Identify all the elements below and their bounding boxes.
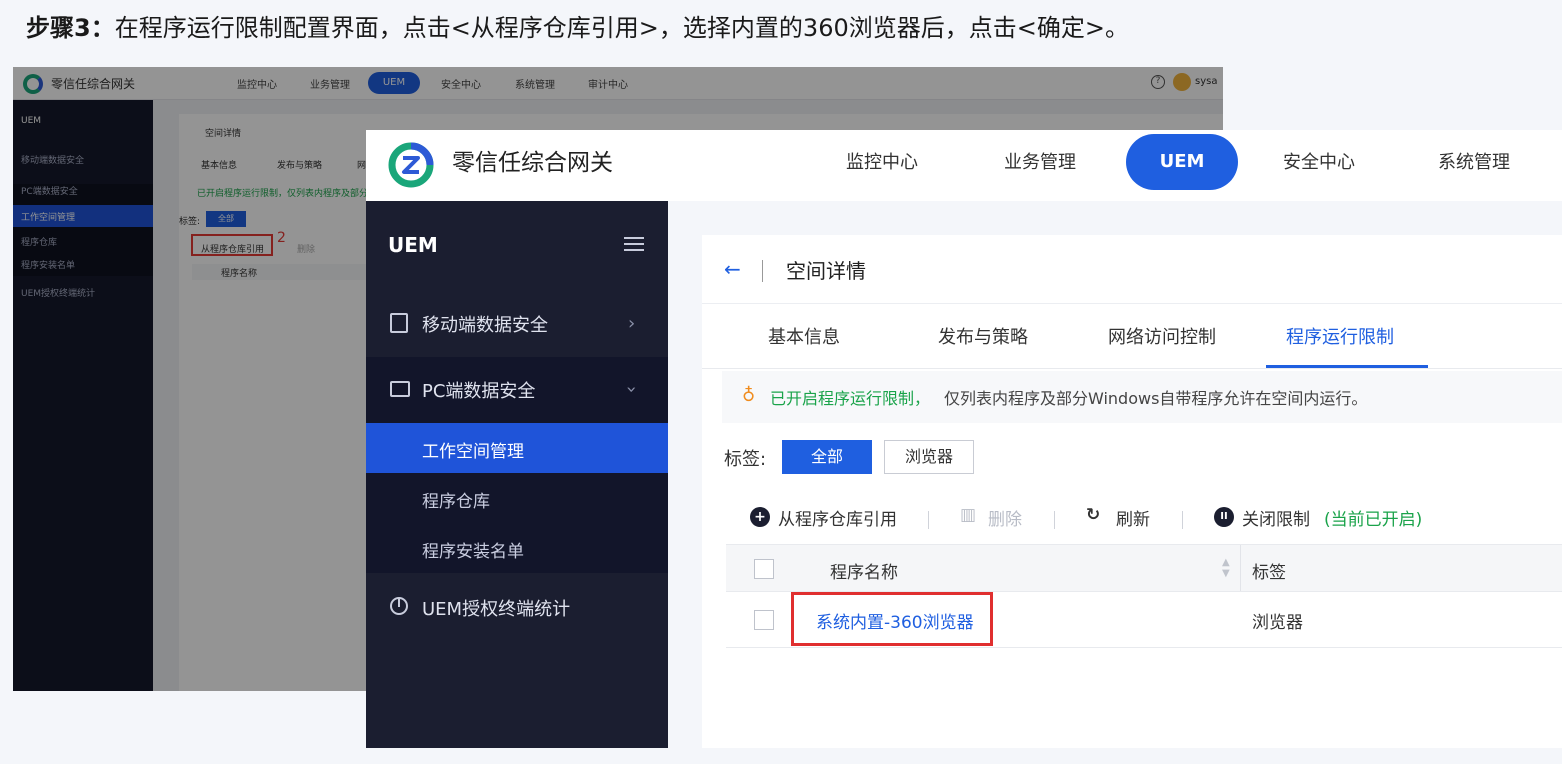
divider [762, 260, 763, 282]
divider [1182, 511, 1183, 529]
restriction-status-text: (当前已开启) [1324, 510, 1423, 530]
step-description: 在程序运行限制配置界面，点击<从程序仓库引用>，选择内置的360浏览器后，点击<… [114, 14, 1129, 42]
table-header: 程序名称 ▲ ▼ 标签 [726, 544, 1562, 592]
notice-bar: ♁ 已开启程序运行限制， 仅列表内程序及部分Windows自带程序允许在空间内运… [722, 371, 1562, 423]
monitor-icon [390, 381, 410, 397]
program-tag: 浏览器 [1252, 613, 1303, 633]
nav-uem[interactable]: UEM [1126, 134, 1238, 190]
divider [702, 368, 1562, 369]
sidebar-item-label: PC端数据安全 [422, 381, 536, 402]
highlight-box [791, 592, 993, 646]
sidebar-item-workspace[interactable]: 工作空间管理 [366, 423, 668, 473]
notice-text: 仅列表内程序及部分Windows自带程序允许在空间内运行。 [944, 389, 1368, 408]
pause-icon: II [1214, 507, 1234, 527]
chevron-right-icon: › [628, 313, 636, 334]
tab-basic-info[interactable]: 基本信息 [768, 323, 840, 349]
restriction-status: (当前已开启) [1324, 505, 1422, 530]
instruction-text: 步骤3：在程序运行限制配置界面，点击<从程序仓库引用>，选择内置的360浏览器后… [26, 10, 1129, 46]
refresh-icon: ↻ [1086, 505, 1101, 525]
table-row[interactable]: 系统内置-360浏览器 浏览器 [726, 592, 1562, 648]
step-label: 步骤3： [26, 14, 115, 42]
sidebar-header: UEM [388, 233, 438, 257]
delete-button[interactable]: 删除 [988, 505, 1022, 530]
tag-filter-label: 标签: [724, 449, 767, 470]
sidebar-item-stats[interactable]: UEM授权终端统计 [366, 575, 668, 641]
row-checkbox[interactable] [754, 610, 774, 630]
content-card: ← 空间详情 基本信息 发布与策略 网络访问控制 程序运行限制 ♁ 已开启程序运… [702, 235, 1562, 748]
header: 零信任综合网关 监控中心 业务管理 UEM 安全中心 系统管理 [366, 130, 1562, 201]
sidebar-item-label: 工作空间管理 [422, 442, 524, 462]
notice-status: 已开启程序运行限制， [770, 389, 931, 408]
sidebar: UEM 移动端数据安全 › PC端数据安全 › 工作空间管理 程序仓库 程序安装… [366, 201, 668, 748]
divider [928, 511, 929, 529]
sidebar-item-repo[interactable]: 程序仓库 [366, 473, 668, 523]
brand-name: 零信任综合网关 [452, 150, 613, 176]
nav-security[interactable]: 安全中心 [1283, 146, 1355, 180]
sidebar-item-label: UEM授权终端统计 [422, 599, 571, 620]
sidebar-item-install-list[interactable]: 程序安装名单 [366, 523, 668, 573]
sidebar-item-mobile[interactable]: 移动端数据安全 › [366, 291, 668, 357]
refresh-button[interactable]: 刷新 [1116, 505, 1150, 530]
chevron-down-icon: › [621, 385, 643, 394]
column-divider [1240, 545, 1241, 591]
column-header-name: 程序名称 [830, 563, 898, 583]
reference-from-repo-button[interactable]: 从程序仓库引用 [778, 505, 897, 530]
sort-icon[interactable]: ▲ ▼ [1222, 557, 1230, 579]
tag-all-button[interactable]: 全部 [782, 440, 872, 474]
sidebar-item-label: 程序安装名单 [422, 542, 524, 562]
sidebar-item-label: 程序仓库 [422, 492, 490, 512]
back-arrow-icon[interactable]: ← [724, 257, 741, 281]
pie-chart-icon [390, 597, 408, 615]
close-restriction-button[interactable]: 关闭限制 [1242, 505, 1310, 530]
select-all-checkbox[interactable] [754, 559, 774, 579]
nav-business[interactable]: 业务管理 [1004, 146, 1076, 180]
page-title: 空间详情 [786, 259, 866, 283]
sidebar-item-pc[interactable]: PC端数据安全 › [366, 357, 668, 423]
divider [702, 303, 1562, 304]
pc-submenu: 工作空间管理 程序仓库 程序安装名单 [366, 423, 668, 573]
nav-monitor[interactable]: 监控中心 [846, 146, 918, 180]
tab-publish-policy[interactable]: 发布与策略 [938, 323, 1028, 349]
sidebar-item-label: 移动端数据安全 [422, 315, 548, 336]
zoomed-panel: 零信任综合网关 监控中心 业务管理 UEM 安全中心 系统管理 UEM 移动端数… [366, 130, 1562, 748]
lightbulb-icon: ♁ [742, 385, 756, 406]
tag-browser-button[interactable]: 浏览器 [884, 440, 974, 474]
divider [1054, 511, 1055, 529]
plus-circle-icon: + [750, 507, 770, 527]
column-header-tag: 标签 [1252, 563, 1286, 583]
tab-network-access[interactable]: 网络访问控制 [1108, 323, 1216, 349]
tab-program-restriction[interactable]: 程序运行限制 [1286, 323, 1394, 349]
nav-system[interactable]: 系统管理 [1438, 146, 1510, 180]
trash-icon: ▥ [960, 505, 977, 525]
tablet-icon [390, 313, 408, 333]
logo-icon [388, 142, 434, 188]
collapse-menu-icon[interactable] [624, 237, 644, 253]
